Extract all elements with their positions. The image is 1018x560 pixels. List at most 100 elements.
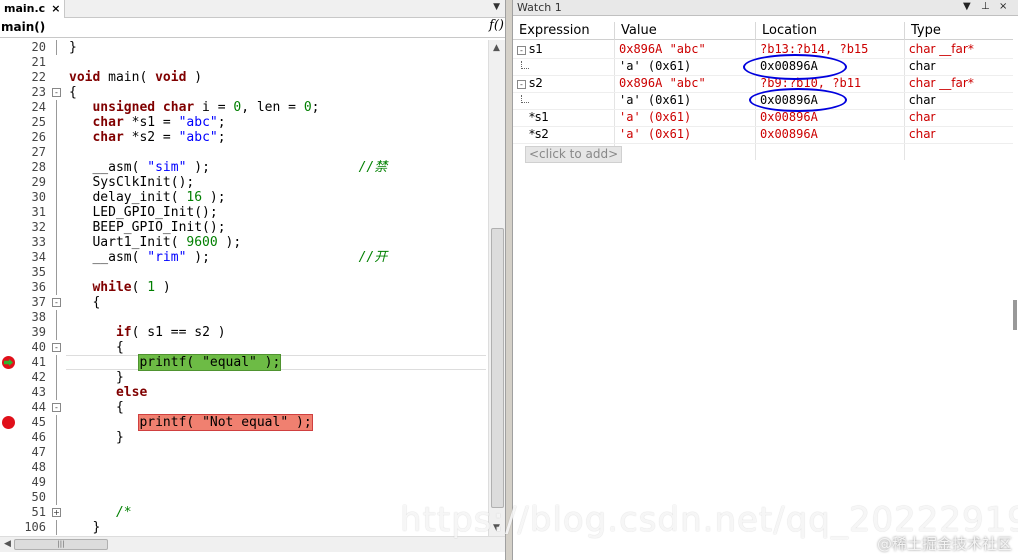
code-line[interactable]: 33 Uart1_Init( 9600 );	[0, 235, 488, 250]
watch-row[interactable]: *s1 'a' (0x61) 0x00896A char	[513, 110, 1013, 127]
code-line[interactable]: 45 printf( "Not equal" );	[0, 414, 488, 431]
code-text[interactable]: LED_GPIO_Init();	[69, 205, 217, 220]
code-line[interactable]: 24 unsigned char i = 0, len = 0;	[0, 100, 488, 115]
horizontal-scroll-thumb[interactable]: |||	[14, 539, 108, 550]
chevron-down-icon[interactable]: ▼	[493, 2, 500, 12]
code-line[interactable]: 36 while( 1 )	[0, 280, 488, 295]
code-text[interactable]: Uart1_Init( 9600 );	[69, 235, 241, 250]
code-token: {	[69, 340, 124, 355]
code-text[interactable]: }	[69, 370, 124, 385]
watch-type: char	[909, 110, 936, 124]
code-line[interactable]: 34 __asm( "rim" ); //开	[0, 250, 488, 265]
code-text[interactable]: /*	[69, 505, 132, 520]
code-text[interactable]: __asm( "sim" ); //禁	[69, 160, 387, 175]
watch-value[interactable]: 0x896A "abc"	[619, 42, 706, 59]
code-text[interactable]: {	[69, 400, 124, 415]
code-text[interactable]: delay_init( 16 );	[69, 190, 225, 205]
code-area[interactable]: 20} 21 22 void main( void ) 23-{24 unsigned …	[0, 40, 488, 536]
code-editor[interactable]: main.c × ▼ main() f() 20} 21 22 void main( …	[0, 0, 506, 560]
code-text[interactable]: {	[69, 340, 124, 355]
expand-icon[interactable]: +	[52, 508, 61, 517]
code-line[interactable]: 41 printf( "equal" );	[0, 354, 488, 371]
watch-expression[interactable]: *s2	[529, 127, 549, 144]
code-line[interactable]: 49	[0, 475, 488, 490]
code-text[interactable]: void main( void )	[69, 70, 202, 85]
watch-row[interactable]: *s2 'a' (0x61) 0x00896A char	[513, 127, 1013, 144]
vertical-scrollbar[interactable]: ▲ ▼	[488, 40, 505, 536]
line-number: 28	[31, 160, 46, 174]
collapse-icon[interactable]: -	[517, 80, 526, 89]
current-function-label[interactable]: main()	[1, 20, 45, 34]
code-text[interactable]: while( 1 )	[69, 280, 170, 295]
watch-value[interactable]: 'a' (0x61)	[619, 59, 691, 76]
code-line[interactable]: 32 BEEP_GPIO_Init();	[0, 220, 488, 235]
code-text[interactable]: else	[69, 385, 147, 400]
watch-value[interactable]: 'a' (0x61)	[619, 93, 691, 110]
code-text[interactable]: unsigned char i = 0, len = 0;	[69, 100, 319, 115]
line-number: 37	[31, 295, 46, 309]
code-line[interactable]: 22 void main( void )	[0, 70, 488, 85]
code-line[interactable]: 25 char *s1 = "abc";	[0, 115, 488, 130]
code-line[interactable]: 20}	[0, 40, 488, 55]
code-line[interactable]: 38	[0, 310, 488, 325]
code-line[interactable]: 31 LED_GPIO_Init();	[0, 205, 488, 220]
watch-expression[interactable]: *s1	[529, 110, 549, 127]
column-type[interactable]: Type	[904, 22, 1013, 40]
code-line[interactable]: 47	[0, 445, 488, 460]
collapse-icon[interactable]: -	[52, 298, 61, 307]
watch-value[interactable]: 0x896A "abc"	[619, 76, 706, 93]
column-expression[interactable]: Expression	[513, 22, 613, 40]
code-line[interactable]: 27	[0, 145, 488, 160]
collapse-icon[interactable]: -	[52, 403, 61, 412]
code-text[interactable]: char *s1 = "abc";	[69, 115, 225, 130]
watch-expression[interactable]: s2	[529, 76, 543, 93]
code-line[interactable]: 21	[0, 55, 488, 70]
code-line[interactable]: 28 __asm( "sim" ); //禁	[0, 160, 488, 175]
collapse-icon[interactable]: -	[52, 343, 61, 352]
code-text[interactable]: {	[69, 85, 77, 100]
code-text[interactable]: if( s1 == s2 )	[69, 325, 226, 340]
code-line[interactable]: 46 }	[0, 430, 488, 445]
code-line[interactable]: 29 SysClkInit();	[0, 175, 488, 190]
code-line[interactable]: 43 else	[0, 385, 488, 400]
code-line[interactable]: 30 delay_init( 16 );	[0, 190, 488, 205]
code-line[interactable]: 44- {	[0, 400, 488, 415]
close-icon[interactable]: ×	[999, 1, 1007, 12]
dropdown-icon[interactable]: ▼	[963, 1, 971, 12]
collapse-icon[interactable]: -	[517, 46, 526, 55]
close-icon[interactable]: ×	[51, 2, 60, 18]
code-line[interactable]: 39 if( s1 == s2 )	[0, 325, 488, 340]
code-line[interactable]: 37- {	[0, 295, 488, 310]
code-text[interactable]: char *s2 = "abc";	[69, 130, 225, 145]
code-text[interactable]: }	[69, 430, 124, 445]
code-text[interactable]: printf( "equal" );	[69, 354, 282, 371]
fold-guide	[56, 430, 57, 445]
code-text[interactable]: }	[69, 520, 100, 535]
code-text[interactable]: }	[69, 40, 77, 55]
code-text[interactable]: {	[69, 295, 100, 310]
pin-icon[interactable]: ⊥	[981, 1, 990, 12]
code-line[interactable]: 42 }	[0, 370, 488, 385]
code-line[interactable]: 26 char *s2 = "abc";	[0, 130, 488, 145]
watch-value[interactable]: 'a' (0x61)	[619, 110, 691, 127]
function-icon[interactable]: f()	[489, 18, 504, 33]
code-line[interactable]: 23-{	[0, 85, 488, 100]
column-value[interactable]: Value	[614, 22, 754, 40]
tab-main-c[interactable]: main.c ×	[0, 0, 66, 18]
watch-value[interactable]: 'a' (0x61)	[619, 127, 691, 144]
code-text[interactable]: printf( "Not equal" );	[69, 414, 313, 431]
scroll-left-icon[interactable]: ◀	[4, 539, 11, 549]
scroll-up-icon[interactable]: ▲	[493, 43, 500, 53]
code-line[interactable]: 48	[0, 460, 488, 475]
code-text[interactable]: __asm( "rim" ); //开	[69, 250, 387, 265]
code-line[interactable]: 40- {	[0, 340, 488, 355]
code-text[interactable]: BEEP_GPIO_Init();	[69, 220, 225, 235]
column-location[interactable]: Location	[755, 22, 903, 40]
click-to-add-cell[interactable]: <click to add>	[525, 146, 623, 163]
tree-connector	[521, 61, 529, 69]
vertical-scroll-thumb[interactable]	[491, 228, 504, 508]
watch-expression[interactable]: s1	[529, 42, 543, 59]
code-line[interactable]: 35	[0, 265, 488, 280]
collapse-icon[interactable]: -	[52, 88, 61, 97]
code-text[interactable]: SysClkInit();	[69, 175, 194, 190]
